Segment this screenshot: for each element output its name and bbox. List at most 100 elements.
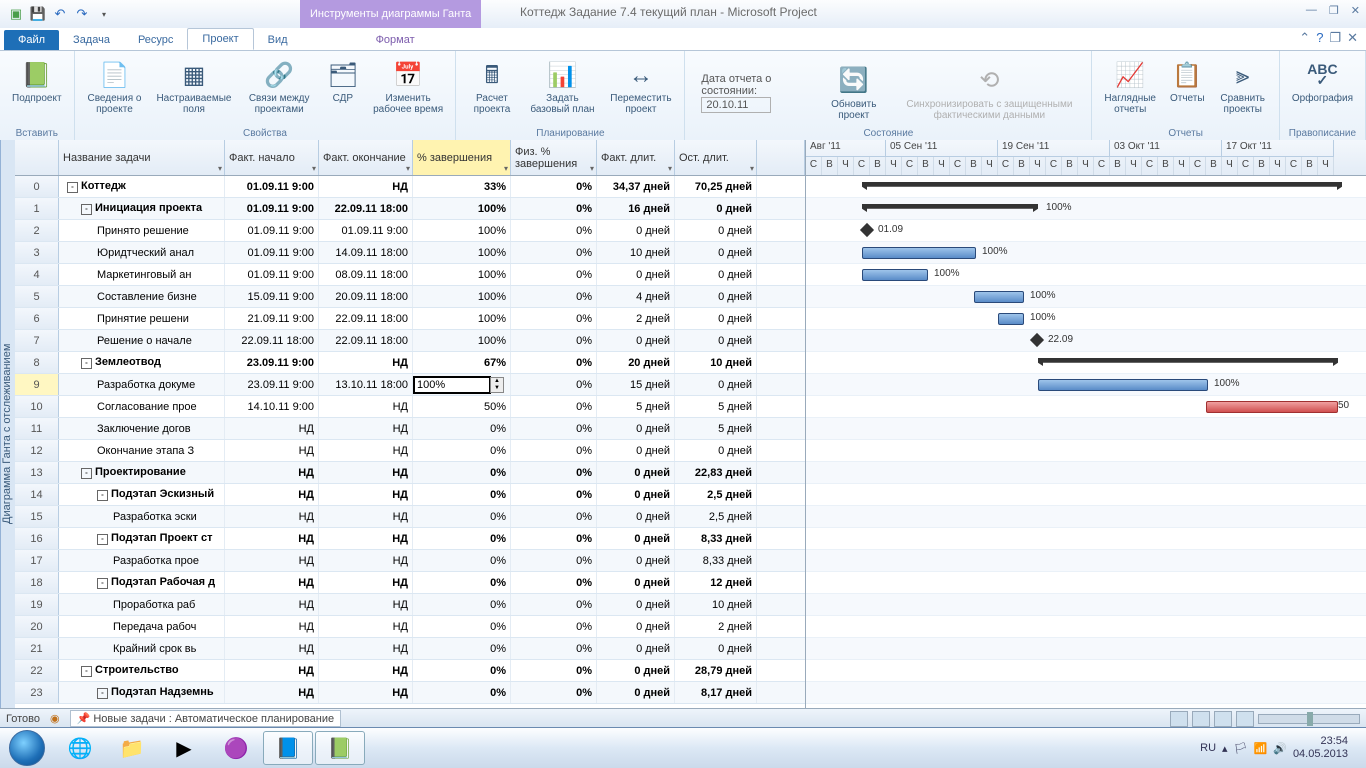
view-sheet-icon[interactable] [1236,711,1254,727]
taskbar-project[interactable]: 📗 [315,731,365,765]
cell[interactable]: 0 дней [597,660,675,681]
outline-toggle-icon[interactable]: - [81,204,92,215]
view-usage-icon[interactable] [1192,711,1210,727]
cell[interactable]: НД [319,176,413,197]
cell[interactable]: 34,37 дней [597,176,675,197]
view-bar[interactable]: Диаграмма Ганта с отслеживанием [0,140,15,728]
tray-network-icon[interactable]: 📶 [1254,742,1268,755]
task-name-cell[interactable]: Составление бизне [59,286,225,307]
pct-cell[interactable]: 0% [413,528,511,549]
pct-cell[interactable]: 0% [413,682,511,703]
table-row[interactable]: 6Принятие решени21.09.11 9:0022.09.11 18… [15,308,805,330]
cell[interactable]: НД [225,638,319,659]
cell[interactable]: 0 дней [675,440,757,461]
cell[interactable]: 20 дней [597,352,675,373]
row-id-cell[interactable]: 14 [15,484,59,505]
task-name-cell[interactable]: Принятие решени [59,308,225,329]
spinner[interactable]: ▲▼ [490,377,504,393]
table-row[interactable]: 4Маркетинговый ан01.09.11 9:0008.09.11 1… [15,264,805,286]
cell[interactable]: 23.09.11 9:00 [225,352,319,373]
outline-toggle-icon[interactable]: - [97,490,108,501]
task-name-cell[interactable]: -Подэтап Проект ст [59,528,225,549]
task-name-cell[interactable]: Юридтческий анал [59,242,225,263]
table-row[interactable]: 21Крайний срок вьНДНД0%0%0 дней0 дней [15,638,805,660]
cell[interactable]: 2 дней [597,308,675,329]
pct-cell[interactable]: 100% [413,220,511,241]
cell[interactable]: 14.10.11 9:00 [225,396,319,417]
col-pct-header[interactable]: % завершения▾ [413,140,511,175]
row-id-cell[interactable]: 18 [15,572,59,593]
task-name-cell[interactable]: -Инициация проекта [59,198,225,219]
pct-cell[interactable]: 100% [413,264,511,285]
outline-toggle-icon[interactable]: - [97,534,108,545]
move-project-button[interactable]: ↔Переместить проект [605,57,676,117]
tab-format[interactable]: Формат [362,30,429,50]
cell[interactable]: 22.09.11 18:00 [319,330,413,351]
cell[interactable]: 20.09.11 18:00 [319,286,413,307]
row-id-cell[interactable]: 13 [15,462,59,483]
gantt-bar[interactable] [1038,358,1338,366]
cell[interactable]: 0% [511,550,597,571]
cell[interactable]: 0% [511,286,597,307]
cell[interactable]: НД [225,660,319,681]
cell[interactable]: 22.09.11 18:00 [319,308,413,329]
tray-clock[interactable]: 23:54 04.05.2013 [1293,735,1348,761]
cell[interactable]: 0 дней [597,682,675,703]
update-project-button[interactable]: 🔄Обновить проект [818,63,889,123]
cell[interactable]: 0 дней [597,506,675,527]
pct-cell[interactable]: 100% [413,242,511,263]
cell[interactable]: 0% [511,528,597,549]
spelling-button[interactable]: ABC✓Орфография [1288,57,1357,106]
row-id-cell[interactable]: 7 [15,330,59,351]
minimize-ribbon-icon[interactable]: ⌃ [1299,30,1310,46]
task-name-cell[interactable]: -Подэтап Эскизный [59,484,225,505]
cell[interactable]: 0 дней [597,220,675,241]
gantt-bar[interactable] [860,223,874,237]
tray-lang[interactable]: RU [1200,742,1216,754]
cell[interactable]: НД [225,440,319,461]
cell[interactable]: 8,33 дней [675,528,757,549]
cell[interactable]: 0 дней [597,616,675,637]
table-row[interactable]: 19Проработка рабНДНД0%0%0 дней10 дней [15,594,805,616]
subproject-button[interactable]: 📗Подпроект [8,57,66,106]
close-icon[interactable]: ✕ [1351,4,1360,17]
tab-task[interactable]: Задача [59,30,124,50]
table-row[interactable]: 10Согласование прое14.10.11 9:00НД50%0%5… [15,396,805,418]
table-row[interactable]: 17Разработка проеНДНД0%0%0 дней8,33 дней [15,550,805,572]
table-row[interactable]: 9Разработка докуме23.09.11 9:0013.10.11 … [15,374,805,396]
table-row[interactable]: 5Составление бизне15.09.11 9:0020.09.11 … [15,286,805,308]
table-row[interactable]: 13-ПроектированиеНДНД0%0%0 дней22,83 дне… [15,462,805,484]
cell[interactable]: 0% [511,484,597,505]
task-name-cell[interactable]: -Подэтап Надземнь [59,682,225,703]
pct-cell[interactable]: 0% [413,506,511,527]
task-name-cell[interactable]: Проработка раб [59,594,225,615]
cell[interactable]: НД [319,484,413,505]
cell[interactable]: НД [319,462,413,483]
task-name-cell[interactable]: -Коттедж [59,176,225,197]
pct-cell[interactable]: 0% [413,616,511,637]
cell[interactable]: НД [319,550,413,571]
cell[interactable]: 2,5 дней [675,484,757,505]
cell[interactable]: НД [319,594,413,615]
spin-up-icon[interactable]: ▲ [491,378,503,385]
cell[interactable]: 0 дней [675,286,757,307]
table-row[interactable]: 11Заключение договНДНД0%0%0 дней5 дней [15,418,805,440]
task-name-cell[interactable]: Принято решение [59,220,225,241]
baseline-button[interactable]: 📊Задать базовый план [526,57,600,117]
table-row[interactable]: 14-Подэтап ЭскизныйНДНД0%0%0 дней2,5 дне… [15,484,805,506]
pct-cell[interactable]: 0% [413,418,511,439]
row-id-cell[interactable]: 10 [15,396,59,417]
pct-cell[interactable]: 0% [413,440,511,461]
cell[interactable]: 21.09.11 9:00 [225,308,319,329]
col-extra-header[interactable] [757,140,805,175]
outline-toggle-icon[interactable]: - [67,182,78,193]
pct-cell[interactable]: 100% [413,308,511,329]
visual-reports-button[interactable]: 📈Наглядные отчеты [1100,57,1160,117]
cell[interactable]: 10 дней [675,594,757,615]
tray-action-icon[interactable]: 🏳 [1234,742,1248,755]
help-icon[interactable]: ? [1316,30,1323,46]
view-gantt-icon[interactable] [1170,711,1188,727]
outline-toggle-icon[interactable]: - [81,666,92,677]
gantt-bar[interactable] [862,204,1038,212]
cell[interactable]: 2 дней [675,616,757,637]
